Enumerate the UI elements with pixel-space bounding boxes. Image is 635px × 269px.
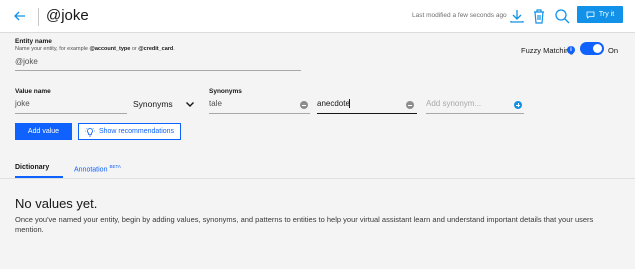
helper-example-2: @credit_card xyxy=(138,46,174,52)
synonyms-label: Synonyms xyxy=(209,88,242,95)
helper-example-1: @account_type xyxy=(89,46,131,52)
synonym-input-2[interactable]: anecdote xyxy=(317,99,350,108)
add-synonym-underline xyxy=(426,113,524,114)
fuzzy-matching-label: Fuzzy Matching xyxy=(521,46,574,55)
tab-annotation-label: Annotation xyxy=(74,166,108,174)
entity-name-label: Entity name xyxy=(15,38,52,45)
show-recommendations-label: Show recommendations xyxy=(98,128,175,135)
lightbulb-icon xyxy=(84,127,95,136)
chevron-down-icon[interactable] xyxy=(185,99,195,109)
fuzzy-matching-toggle[interactable] xyxy=(580,42,604,55)
helper-prefix: Name your entity, for example xyxy=(15,46,90,52)
synonym-input-1[interactable]: tale xyxy=(209,99,222,108)
value-name-label: Value name xyxy=(15,88,51,95)
entity-name-underline xyxy=(15,70,301,71)
header-divider xyxy=(38,8,39,26)
try-it-label: Try it xyxy=(598,11,615,18)
download-icon[interactable] xyxy=(508,7,526,25)
empty-state-title: No values yet. xyxy=(15,196,98,211)
add-synonym-input[interactable]: Add synonym... xyxy=(426,99,481,108)
value-name-underline xyxy=(15,113,127,114)
trash-icon[interactable] xyxy=(530,7,548,25)
page-title: @joke xyxy=(46,7,89,24)
tab-annotation[interactable]: Annotation BETA xyxy=(74,164,121,173)
try-it-button[interactable]: Try it xyxy=(577,6,623,23)
entity-name-helper: Name your entity, for example @account_t… xyxy=(15,46,175,52)
search-icon[interactable] xyxy=(553,7,571,25)
chat-icon xyxy=(586,11,595,19)
fuzzy-matching-state: On xyxy=(608,46,619,55)
synonym-1-underline xyxy=(209,113,310,114)
remove-synonym-icon[interactable] xyxy=(406,101,414,109)
info-icon[interactable]: i xyxy=(567,46,575,54)
add-value-button[interactable]: Add value xyxy=(15,123,72,140)
show-recommendations-button[interactable]: Show recommendations xyxy=(78,123,181,140)
add-synonym-icon[interactable] xyxy=(514,101,522,109)
entity-name-input[interactable]: @joke xyxy=(15,57,38,66)
top-bar: @joke Last modified a few seconds ago Tr… xyxy=(0,0,635,33)
remove-synonym-icon[interactable] xyxy=(300,101,308,109)
tab-dictionary[interactable]: Dictionary xyxy=(15,164,49,171)
toggle-knob xyxy=(593,44,602,53)
value-type-select[interactable]: Synonyms xyxy=(133,99,173,109)
helper-suffix: . xyxy=(173,46,175,52)
synonym-2-underline xyxy=(317,113,417,114)
last-modified-text: Last modified a few seconds ago xyxy=(412,12,507,19)
back-arrow-icon[interactable] xyxy=(12,8,28,24)
tabs-divider xyxy=(0,178,635,179)
beta-badge: BETA xyxy=(109,164,121,169)
empty-state-description: Once you've named your entity, begin by … xyxy=(15,215,594,234)
text-cursor xyxy=(349,99,350,108)
value-name-input[interactable]: joke xyxy=(15,99,30,108)
